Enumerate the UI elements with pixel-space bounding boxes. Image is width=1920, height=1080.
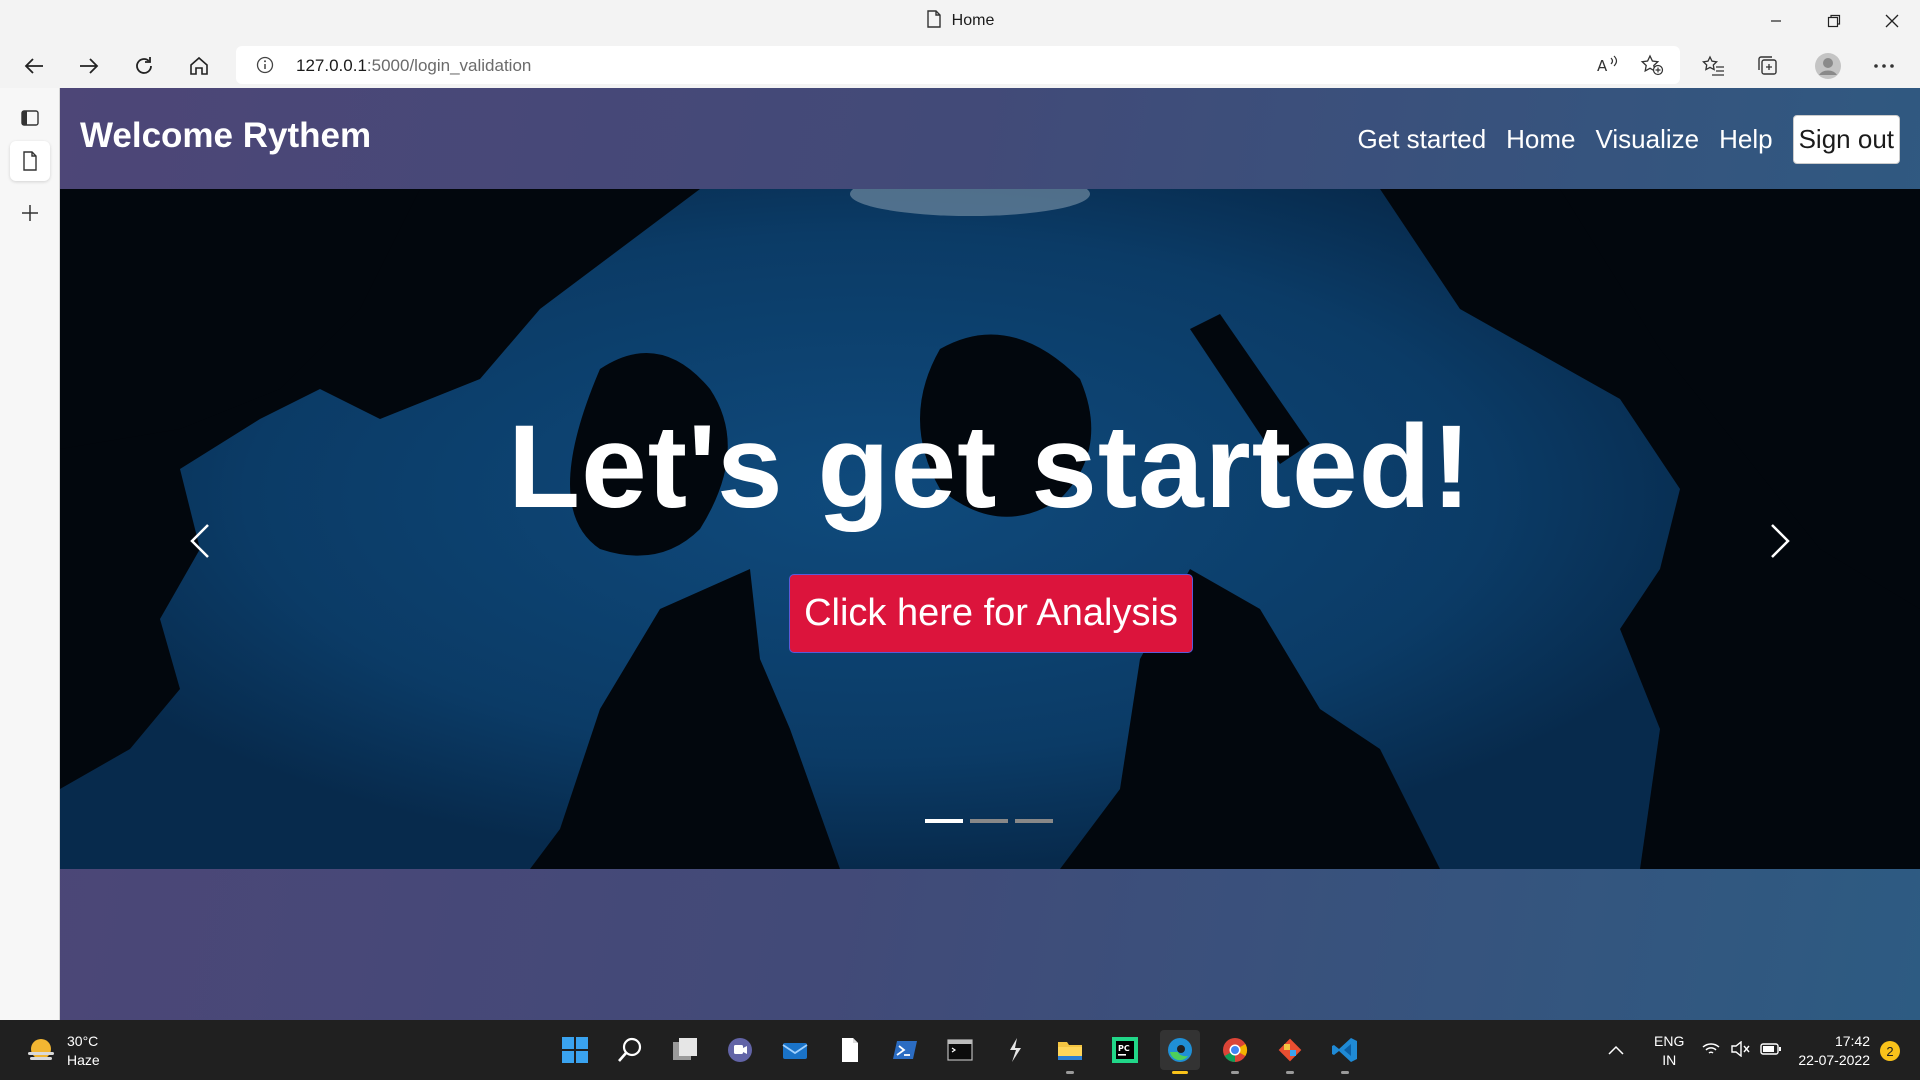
site-navbar: Welcome Rythem Get started Home Visualiz… bbox=[60, 88, 1920, 189]
nav-link-visualize[interactable]: Visualize bbox=[1596, 124, 1700, 155]
tab-actions-icon[interactable] bbox=[10, 98, 50, 138]
vertical-tab-home[interactable] bbox=[10, 141, 50, 181]
collections-icon[interactable] bbox=[1751, 48, 1787, 84]
nav-link-help[interactable]: Help bbox=[1719, 124, 1772, 155]
mail-icon[interactable] bbox=[775, 1030, 815, 1070]
start-icon[interactable] bbox=[555, 1030, 595, 1070]
chrome-icon[interactable] bbox=[1215, 1030, 1255, 1074]
address-bar[interactable]: 127.0.0.1:5000/login_validation A bbox=[236, 46, 1680, 84]
task-view-icon[interactable] bbox=[665, 1030, 705, 1070]
terminal-icon[interactable] bbox=[940, 1030, 980, 1070]
profile-avatar[interactable] bbox=[1810, 48, 1846, 84]
notepad-icon[interactable] bbox=[830, 1030, 870, 1070]
site-info-icon[interactable] bbox=[256, 56, 274, 79]
analysis-button[interactable]: Click here for Analysis bbox=[789, 574, 1193, 653]
show-hidden-icons-chevron-icon[interactable] bbox=[1608, 1042, 1624, 1060]
notification-badge[interactable]: 2 bbox=[1880, 1041, 1900, 1061]
more-menu-icon[interactable] bbox=[1866, 48, 1902, 84]
language-region: IN bbox=[1662, 1052, 1677, 1068]
new-tab-icon[interactable] bbox=[10, 193, 50, 233]
forward-button[interactable] bbox=[71, 48, 107, 84]
system-clock[interactable]: 17:42 22-07-2022 bbox=[1798, 1032, 1870, 1070]
clock-date: 22-07-2022 bbox=[1798, 1052, 1870, 1068]
search-icon[interactable] bbox=[610, 1030, 650, 1070]
weather-widget[interactable]: 30°C Haze bbox=[25, 1032, 100, 1070]
url-host: 127.0.0.1 bbox=[296, 56, 367, 75]
window-titlebar: Home bbox=[0, 0, 1920, 42]
browser-toolbar: 127.0.0.1:5000/login_validation A bbox=[0, 42, 1920, 88]
windows-taskbar: 30°C Haze PC ENG IN 17:42 22-07-2022 2 bbox=[0, 1020, 1920, 1080]
carousel-indicator-3[interactable] bbox=[1015, 819, 1053, 823]
powershell-icon[interactable] bbox=[885, 1030, 925, 1070]
git-gui-icon[interactable] bbox=[1270, 1030, 1310, 1074]
add-favorite-icon[interactable] bbox=[1640, 54, 1664, 81]
weather-condition: Haze bbox=[67, 1052, 100, 1068]
wifi-icon[interactable] bbox=[1702, 1042, 1720, 1061]
nav-link-get-started[interactable]: Get started bbox=[1358, 124, 1487, 155]
weather-haze-icon bbox=[28, 1039, 54, 1060]
page-icon bbox=[926, 10, 942, 33]
carousel-indicator-1[interactable] bbox=[925, 819, 963, 823]
taskbar-apps: PC bbox=[555, 1030, 1380, 1074]
vscode-icon[interactable] bbox=[1325, 1030, 1365, 1074]
sign-out-button[interactable]: Sign out bbox=[1792, 115, 1900, 164]
carousel-indicators bbox=[925, 819, 1060, 823]
edge-icon[interactable] bbox=[1160, 1030, 1200, 1074]
minimize-button[interactable] bbox=[1748, 0, 1804, 42]
sublime-icon[interactable] bbox=[995, 1030, 1035, 1070]
url-path: :5000/login_validation bbox=[366, 56, 532, 75]
system-tray: ENG IN 17:42 22-07-2022 2 bbox=[1608, 1032, 1900, 1070]
vertical-tabs-sidebar bbox=[0, 88, 60, 1020]
back-button[interactable] bbox=[16, 48, 52, 84]
hero-carousel: Let's get started! Click here for Analys… bbox=[60, 189, 1920, 869]
clock-time: 17:42 bbox=[1834, 1033, 1870, 1049]
teams-chat-icon[interactable] bbox=[720, 1030, 760, 1070]
svg-text:PC: PC bbox=[1118, 1044, 1130, 1053]
pycharm-icon[interactable]: PC bbox=[1105, 1030, 1145, 1070]
home-button[interactable] bbox=[181, 48, 217, 84]
window-title: Home bbox=[0, 10, 1920, 33]
refresh-button[interactable] bbox=[126, 48, 162, 84]
site-nav-links: Get started Home Visualize Help Sign out bbox=[1338, 115, 1900, 164]
nav-link-home[interactable]: Home bbox=[1506, 124, 1575, 155]
tab-title: Home bbox=[951, 12, 995, 29]
language-indicator[interactable]: ENG IN bbox=[1654, 1032, 1684, 1070]
favorites-icon[interactable] bbox=[1696, 48, 1732, 84]
close-button[interactable] bbox=[1864, 0, 1920, 42]
temperature: 30°C bbox=[67, 1033, 99, 1049]
hero-heading: Let's get started! bbox=[507, 401, 1473, 533]
carousel-indicator-2[interactable] bbox=[970, 819, 1008, 823]
read-aloud-icon[interactable]: A bbox=[1596, 54, 1620, 81]
volume-muted-icon[interactable] bbox=[1730, 1040, 1750, 1062]
file-explorer-icon[interactable] bbox=[1050, 1030, 1090, 1074]
svg-text:A: A bbox=[1597, 57, 1608, 75]
restore-button[interactable] bbox=[1806, 0, 1862, 42]
battery-icon[interactable] bbox=[1760, 1042, 1782, 1061]
language-code: ENG bbox=[1654, 1033, 1685, 1049]
web-page: Welcome Rythem Get started Home Visualiz… bbox=[60, 88, 1920, 1020]
url-text[interactable]: 127.0.0.1:5000/login_validation bbox=[296, 56, 531, 76]
site-brand[interactable]: Welcome Rythem bbox=[80, 116, 371, 156]
